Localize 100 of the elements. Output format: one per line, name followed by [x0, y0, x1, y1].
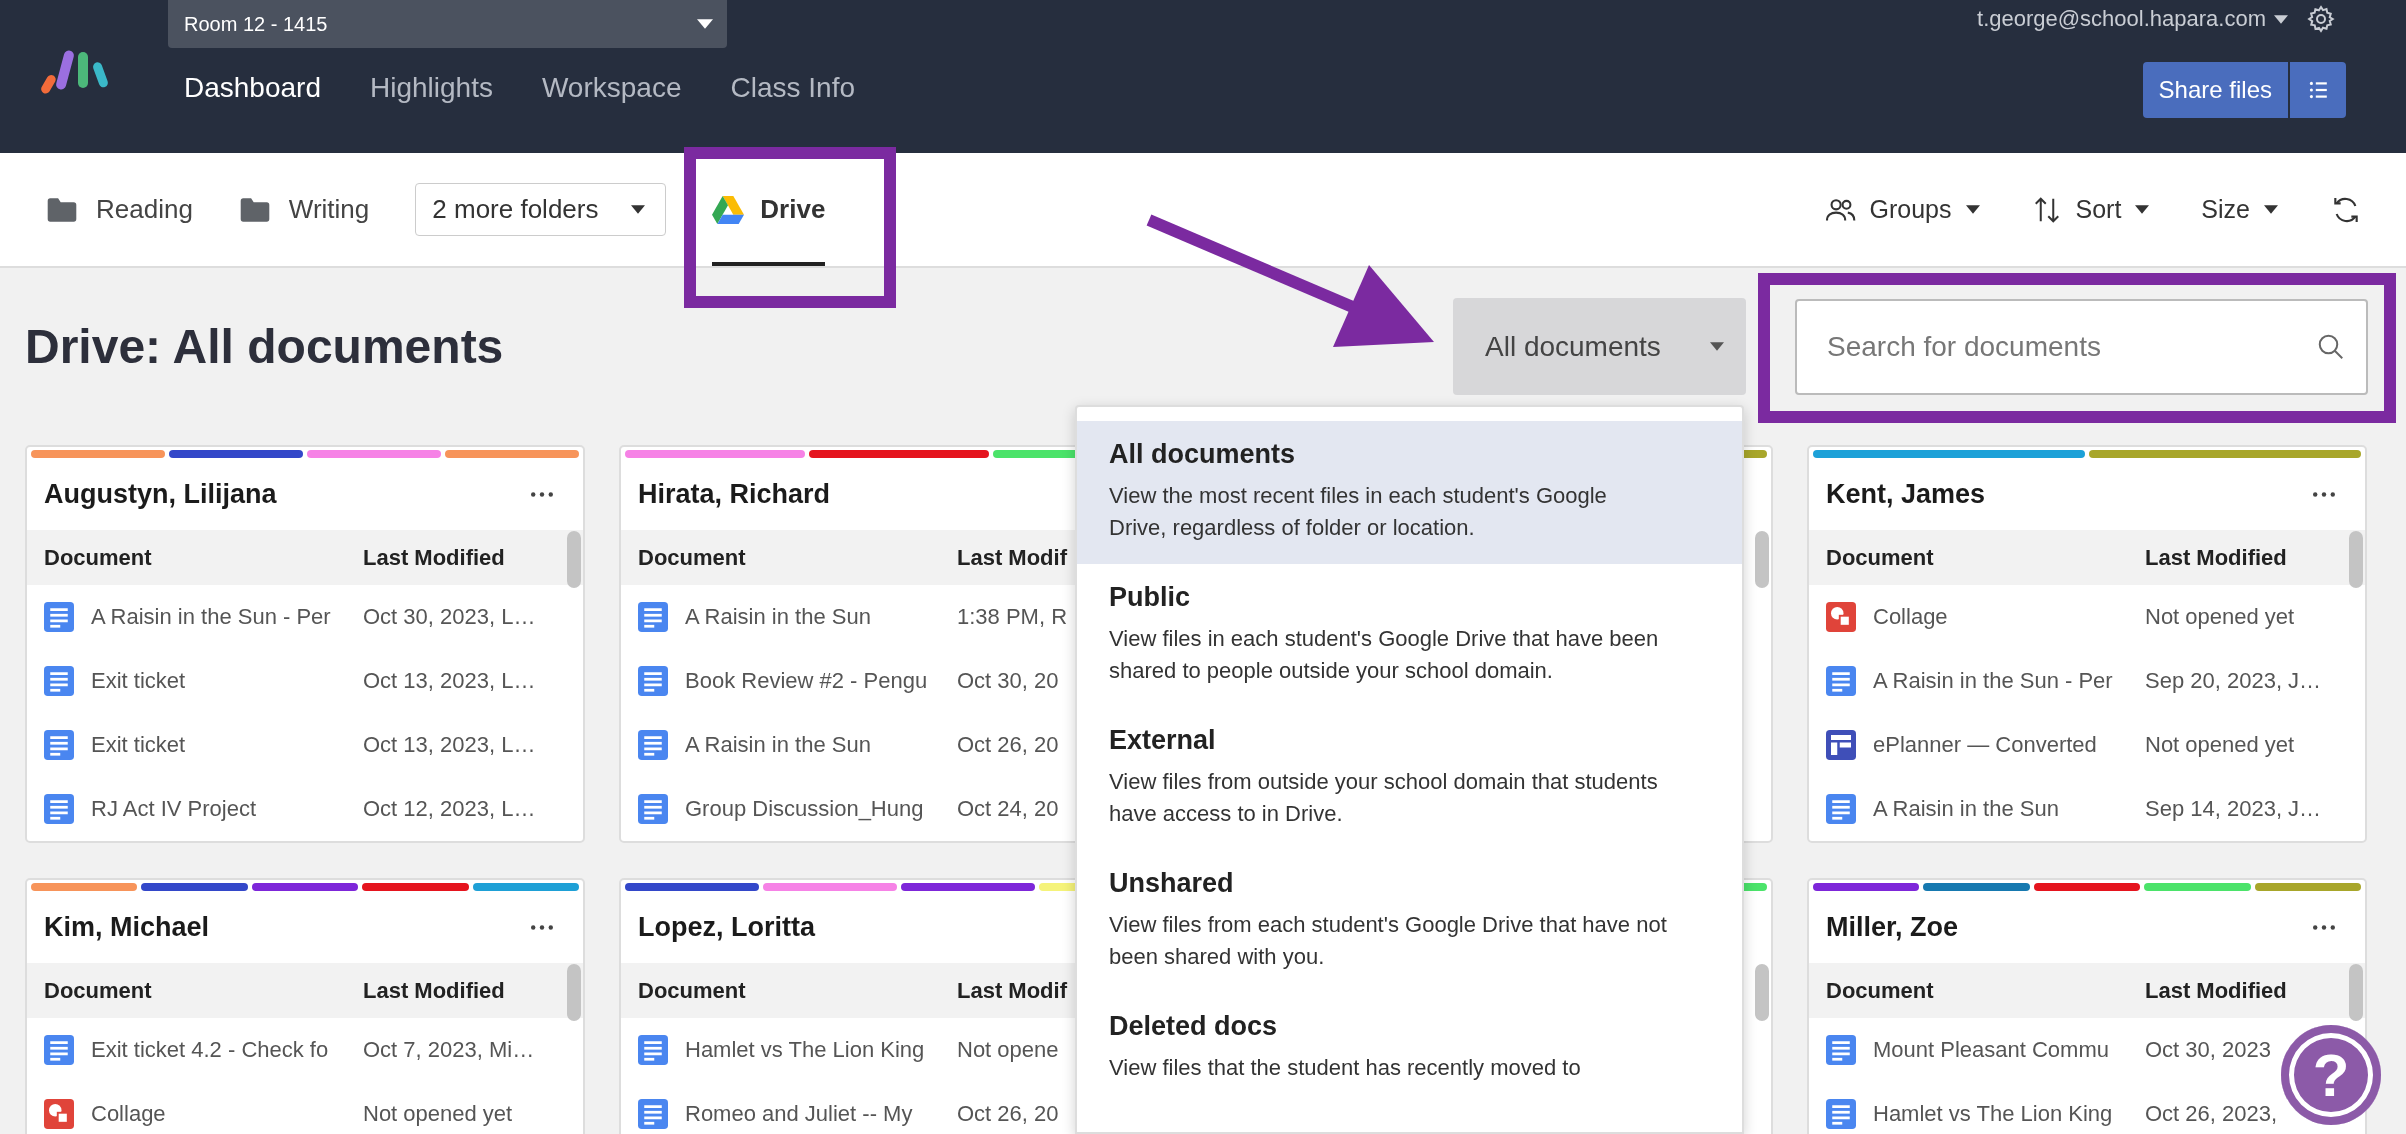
- document-link[interactable]: A Raisin in the Sun: [1873, 796, 2145, 822]
- modified-date: Oct 24, 20: [957, 796, 1059, 822]
- more-options-icon[interactable]: [2313, 491, 2335, 497]
- settings-icon[interactable]: [2306, 4, 2336, 34]
- document-link[interactable]: Collage: [1873, 604, 2145, 630]
- column-header: Last Modified: [363, 977, 505, 1004]
- document-icon: [44, 1035, 74, 1065]
- column-header: Last Modified: [2145, 977, 2287, 1004]
- document-filter-select[interactable]: All documents: [1453, 298, 1746, 395]
- modified-date: Oct 7, 2023, Mi…: [363, 1037, 535, 1063]
- option-description: View files that the student has recently moved to: [1109, 1054, 1582, 1082]
- document-link[interactable]: RJ Act IV Project: [91, 796, 363, 822]
- modified-date: Not opened yet: [2145, 604, 2295, 630]
- column-header: Document: [44, 544, 153, 571]
- caret-icon: [631, 205, 646, 214]
- option-title: External: [1109, 725, 1217, 756]
- search-field[interactable]: Search for documents: [1795, 298, 2368, 395]
- filter-option[interactable]: Deleted docs View files that the student has recently moved to: [1077, 993, 1742, 1104]
- document-link[interactable]: Romeo and Juliet -- My: [685, 1101, 957, 1127]
- modified-date: Oct 26, 2023,: [2145, 1101, 2278, 1127]
- nav-tab[interactable]: Workspace: [541, 72, 682, 104]
- document-link[interactable]: Group Discussion_Hung: [685, 796, 957, 822]
- document-icon: [638, 1099, 668, 1129]
- scrollbar-thumb[interactable]: [567, 964, 581, 1021]
- filter-option[interactable]: All documents View the most recent files in each student's Google Drive, regardless of folder or location.: [1077, 421, 1742, 564]
- scrollbar-thumb[interactable]: [1755, 964, 1769, 1021]
- scrollbar-thumb[interactable]: [2349, 964, 2363, 1021]
- size-button[interactable]: Size: [2201, 195, 2278, 224]
- drive-icon: [712, 195, 745, 224]
- document-link[interactable]: Hamlet vs The Lion King: [685, 1037, 957, 1063]
- option-description: View files from each student's Google Drive that have not been shared with you.: [1109, 911, 1668, 971]
- document-icon: [638, 602, 668, 632]
- document-icon: [44, 794, 74, 824]
- student-name: Lopez, Loritta: [638, 911, 815, 943]
- document-link[interactable]: A Raisin in the Sun: [685, 732, 957, 758]
- share-files-button[interactable]: Share files: [2142, 62, 2288, 118]
- nav-tab[interactable]: Class Info: [730, 72, 855, 104]
- document-icon: [44, 666, 74, 696]
- document-link[interactable]: Exit ticket 4.2 - Check fo: [91, 1037, 363, 1063]
- document-link[interactable]: Exit ticket: [91, 732, 363, 758]
- caret-icon: [2264, 205, 2278, 214]
- drive-tab[interactable]: Drive: [712, 153, 826, 266]
- document-icon: [638, 1035, 668, 1065]
- document-link[interactable]: A Raisin in the Sun - Per: [91, 604, 363, 630]
- document-link[interactable]: Exit ticket: [91, 668, 363, 694]
- modified-date: Oct 13, 2023, L…: [363, 668, 536, 694]
- modified-date: Oct 26, 20: [957, 1101, 1059, 1127]
- column-header: Document: [1826, 977, 1935, 1004]
- document-link[interactable]: Hamlet vs The Lion King: [1873, 1101, 2145, 1127]
- filter-option[interactable]: Unshared View files from each student's Google Drive that have not been shared with you.: [1077, 850, 1742, 993]
- caret-icon: [697, 19, 713, 29]
- student-name: Hirata, Richard: [638, 478, 831, 510]
- document-link[interactable]: ePlanner — Converted: [1873, 732, 2145, 758]
- scrollbar-thumb[interactable]: [2349, 531, 2363, 588]
- modified-date: Oct 26, 20: [957, 732, 1059, 758]
- list-icon: [2307, 79, 2329, 101]
- nav-tab[interactable]: Dashboard: [184, 72, 321, 104]
- modified-date: Oct 30, 2023: [2145, 1037, 2271, 1063]
- document-link[interactable]: Mount Pleasant Commu: [1873, 1037, 2145, 1063]
- groups-button[interactable]: Groups: [1823, 195, 1980, 224]
- scrollbar-thumb[interactable]: [1755, 531, 1769, 588]
- caret-icon: [2135, 205, 2150, 214]
- modified-date: Not opened yet: [2145, 732, 2295, 758]
- option-title: Unshared: [1109, 868, 1235, 899]
- folder-icon: [238, 196, 271, 223]
- option-title: Public: [1109, 582, 1191, 613]
- modified-date: Oct 13, 2023, L…: [363, 732, 536, 758]
- option-title: All documents: [1109, 439, 1297, 470]
- document-icon: [1826, 666, 1856, 696]
- modified-date: Oct 30, 2023, L…: [363, 604, 536, 630]
- room-select[interactable]: Room 12 - 1415: [168, 0, 727, 48]
- account-menu[interactable]: t.george@school.hapara.com: [1977, 6, 2288, 32]
- layout-icon: [1826, 730, 1856, 760]
- filter-option[interactable]: Public View files in each student's Google Drive that have been shared to people outside your school domain.: [1077, 564, 1742, 707]
- sort-button[interactable]: Sort: [2031, 194, 2150, 225]
- column-header: Last Modif: [957, 544, 1067, 571]
- student-name: Kent, James: [1826, 478, 1986, 510]
- scrollbar-thumb[interactable]: [567, 531, 581, 588]
- filter-option[interactable]: External View files from outside your school domain that students have access to in Drive.: [1077, 707, 1742, 850]
- folder-tab[interactable]: Reading: [46, 194, 193, 225]
- more-options-icon[interactable]: [531, 491, 553, 497]
- people-icon: [1823, 196, 1856, 223]
- more-options-icon[interactable]: [531, 924, 553, 930]
- student-name: Kim, Michael: [44, 911, 210, 943]
- list-view-button[interactable]: [2290, 62, 2346, 118]
- nav-tab[interactable]: Highlights: [370, 72, 493, 104]
- modified-date: Not opened yet: [363, 1101, 513, 1127]
- document-icon: [1826, 1099, 1856, 1129]
- option-description: View the most recent files in each student's Google Drive, regardless of folder or location.: [1109, 482, 1608, 542]
- document-link[interactable]: Collage: [91, 1101, 363, 1127]
- document-icon: [44, 730, 74, 760]
- document-link[interactable]: Book Review #2 - Pengu: [685, 668, 957, 694]
- more-options-icon[interactable]: [2313, 924, 2335, 930]
- modified-date: Sep 20, 2023, J…: [2145, 668, 2322, 694]
- document-link[interactable]: A Raisin in the Sun - Per: [1873, 668, 2145, 694]
- more-folders-select[interactable]: 2 more folders: [415, 183, 667, 236]
- caret-icon: [1965, 205, 1980, 214]
- document-link[interactable]: A Raisin in the Sun: [685, 604, 957, 630]
- collage-icon: [1826, 602, 1856, 632]
- folder-tab[interactable]: Writing: [238, 194, 370, 225]
